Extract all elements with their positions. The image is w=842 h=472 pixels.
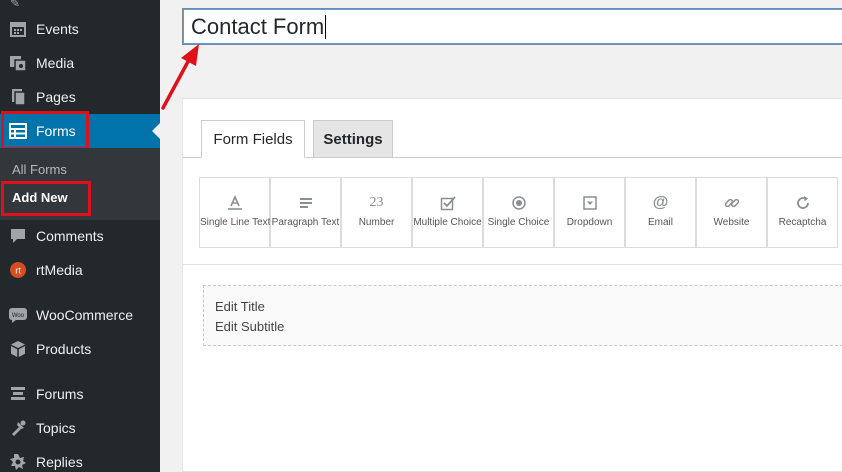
sidebar-item-pages[interactable]: Pages: [0, 80, 160, 114]
sidebar-item-events[interactable]: Events: [0, 12, 160, 46]
tab-settings[interactable]: Settings: [313, 120, 393, 158]
field-label: Paragraph Text: [271, 217, 340, 228]
form-builder-panel: Form Fields Settings Single Line Text Pa…: [182, 98, 842, 472]
sidebar-item-rtmedia[interactable]: rt rtMedia: [0, 253, 160, 287]
sidebar-item-label: Forums: [36, 386, 84, 402]
text-caret: [325, 14, 327, 39]
single-choice-icon: [484, 194, 553, 212]
sidebar-item-label: rtMedia: [36, 262, 83, 278]
products-icon: [8, 339, 28, 359]
website-icon: [697, 194, 766, 212]
tab-form-fields[interactable]: Form Fields: [201, 120, 305, 158]
add-new-highlight-box: [1, 181, 91, 216]
field-label: Website: [713, 217, 750, 228]
sidebar-item-media[interactable]: Media: [0, 46, 160, 80]
sidebar-item-label: Comments: [36, 228, 104, 244]
paragraph-text-icon: [271, 194, 340, 212]
sidebar-item-forums[interactable]: Forums: [0, 377, 160, 411]
sidebar-item-comments[interactable]: Comments: [0, 219, 160, 253]
form-title-input[interactable]: Contact Form: [182, 8, 842, 45]
partial-menu-icon: ✎: [10, 0, 21, 10]
email-icon: @: [652, 194, 669, 211]
woocommerce-icon: Woo: [8, 305, 28, 325]
sidebar-item-label: Products: [36, 341, 92, 357]
sidebar-item-woocommerce[interactable]: Woo WooCommerce: [0, 298, 160, 332]
media-icon: [8, 53, 28, 73]
sidebar-item-label: Events: [36, 21, 79, 37]
submenu-all-forms[interactable]: All Forms: [12, 162, 67, 177]
field-label: Multiple Choice: [413, 217, 482, 228]
forums-icon: [8, 384, 28, 404]
field-multiple-choice-button[interactable]: Multiple Choice: [412, 177, 483, 248]
field-label: Single Choice: [487, 217, 550, 228]
sidebar-item-label: Topics: [36, 420, 76, 436]
field-label: Email: [647, 217, 673, 228]
edit-title-link[interactable]: Edit Title: [215, 299, 265, 314]
field-label: Dropdown: [566, 217, 613, 228]
forms-highlight-box: [1, 111, 89, 150]
form-preview-area[interactable]: Edit Title Edit Subtitle: [203, 285, 842, 346]
calendar-icon: [8, 19, 28, 39]
svg-text:rt: rt: [15, 266, 21, 276]
svg-text:Woo: Woo: [12, 313, 25, 319]
number-icon: 23: [369, 195, 384, 210]
active-menu-pointer: [152, 123, 160, 139]
sidebar-item-products[interactable]: Products: [0, 332, 160, 366]
field-recaptcha-button[interactable]: Recaptcha: [767, 177, 838, 248]
field-dropdown-button[interactable]: Dropdown: [554, 177, 625, 248]
field-label: Recaptcha: [778, 217, 827, 228]
sidebar-item-topics[interactable]: Topics: [0, 411, 160, 445]
admin-sidebar: ✎ Events Media Pages Forms All Forms Add…: [0, 0, 160, 472]
form-title-value: Contact Form: [191, 13, 325, 39]
replies-icon: [8, 452, 28, 472]
field-single-line-text-button[interactable]: Single Line Text: [199, 177, 270, 248]
rtmedia-icon: rt: [8, 260, 28, 280]
single-line-text-icon: [200, 194, 269, 212]
field-section-divider: [183, 264, 842, 265]
pages-icon: [8, 87, 28, 107]
edit-subtitle-link[interactable]: Edit Subtitle: [215, 319, 284, 334]
dropdown-icon: [555, 194, 624, 212]
sidebar-item-replies[interactable]: Replies: [0, 445, 160, 472]
sidebar-item-label: Pages: [36, 89, 76, 105]
sidebar-item-label: WooCommerce: [36, 307, 133, 323]
recaptcha-icon: [768, 194, 837, 212]
sidebar-item-label: Media: [36, 55, 75, 71]
field-label: Single Line Text: [200, 217, 271, 228]
field-single-choice-button[interactable]: Single Choice: [483, 177, 554, 248]
field-number-button[interactable]: 23 Number: [341, 177, 412, 248]
field-website-button[interactable]: Website: [696, 177, 767, 248]
comments-icon: [8, 226, 28, 246]
field-email-button[interactable]: @ Email: [625, 177, 696, 248]
multiple-choice-icon: [413, 194, 482, 212]
field-paragraph-text-button[interactable]: Paragraph Text: [270, 177, 341, 248]
field-label: Number: [358, 217, 395, 228]
topics-icon: [8, 418, 28, 438]
sidebar-item-label: Replies: [36, 454, 83, 470]
